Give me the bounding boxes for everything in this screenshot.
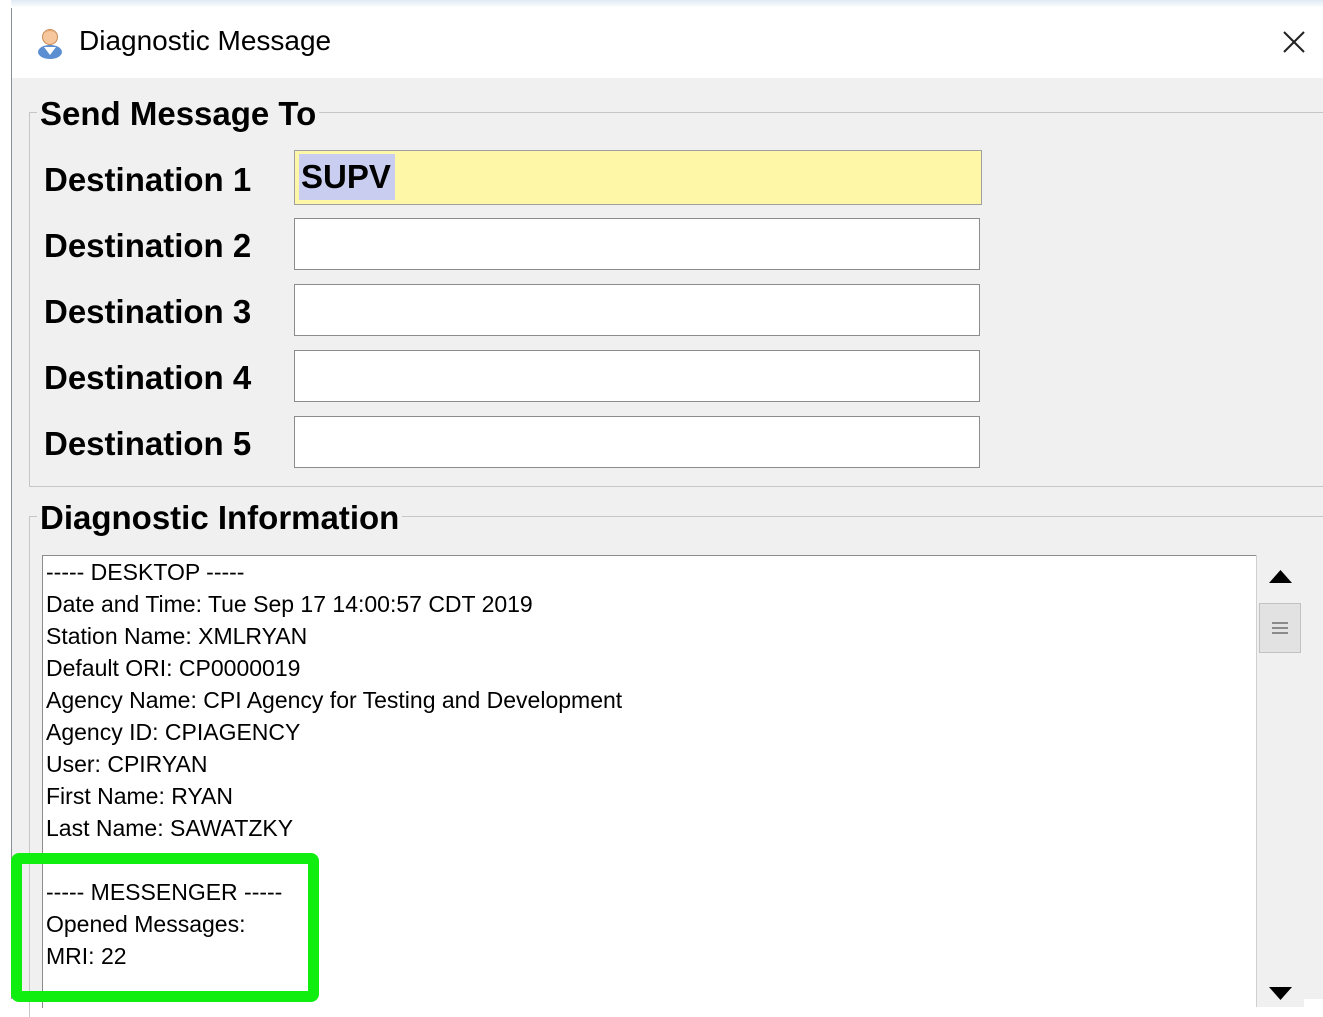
- info-line: Station Name: XMLRYAN: [46, 623, 308, 649]
- title-bar[interactable]: Diagnostic Message: [12, 8, 1323, 78]
- info-line: Last Name: SAWATZKY: [46, 815, 294, 841]
- close-icon[interactable]: [1274, 22, 1314, 62]
- info-line: User: CPIRYAN: [46, 751, 208, 777]
- info-line: First Name: RYAN: [46, 783, 234, 809]
- messenger-highlight-box: [11, 853, 319, 1002]
- info-line: Date and Time: Tue Sep 17 14:00:57 CDT 2…: [46, 591, 533, 617]
- destination-1-input[interactable]: [294, 150, 982, 205]
- grip-icon: [1272, 622, 1288, 634]
- destination-5-label: Destination 5: [44, 425, 252, 462]
- destination-3-label: Destination 3: [44, 293, 252, 330]
- destination-2-label: Destination 2: [44, 227, 252, 264]
- scroll-down-arrow-icon[interactable]: [1257, 975, 1304, 1007]
- destination-1-selected-text: SUPV: [299, 154, 395, 200]
- info-line: Agency Name: CPI Agency for Testing and …: [46, 687, 623, 713]
- background-window-top: [11, 0, 1323, 8]
- diagnostic-info-group-title: Diagnostic Information: [37, 499, 403, 537]
- send-message-group-title: Send Message To: [37, 95, 320, 133]
- destination-4-label: Destination 4: [44, 359, 252, 396]
- destination-4-input[interactable]: [294, 350, 980, 402]
- background-window-edge: [0, 0, 12, 999]
- destination-3-input[interactable]: [294, 284, 980, 336]
- diagnostic-message-dialog: Diagnostic Message Send Message To Desti…: [12, 8, 1323, 1017]
- scroll-up-arrow-icon[interactable]: [1257, 555, 1304, 601]
- scroll-thumb[interactable]: [1259, 603, 1301, 653]
- info-line: Agency ID: CPIAGENCY: [46, 719, 301, 745]
- destination-5-input[interactable]: [294, 416, 980, 468]
- user-icon: [38, 29, 62, 59]
- info-line: Default ORI: CP0000019: [46, 655, 301, 681]
- destination-2-input[interactable]: [294, 218, 980, 270]
- vertical-scrollbar[interactable]: [1256, 555, 1304, 1007]
- info-line: ----- DESKTOP -----: [46, 559, 245, 585]
- window-title: Diagnostic Message: [79, 25, 332, 56]
- destination-1-label: Destination 1: [44, 161, 252, 198]
